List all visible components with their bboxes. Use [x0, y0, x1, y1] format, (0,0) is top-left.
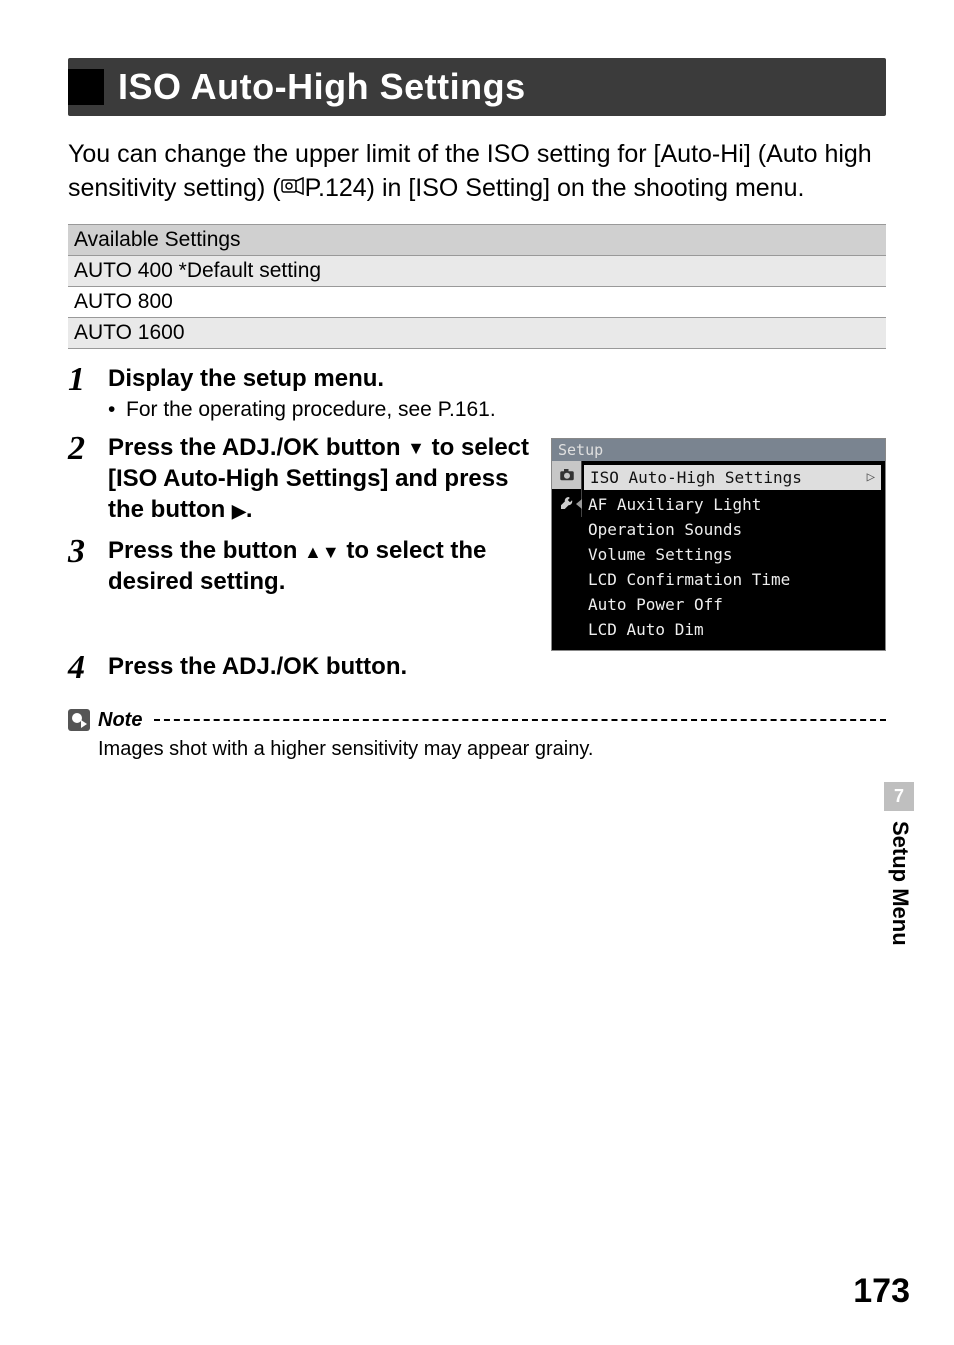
- page-number: 173: [853, 1272, 910, 1311]
- step-text: .: [246, 496, 253, 523]
- lcd-menu-item: LCD Auto Dim: [582, 617, 885, 642]
- step-number: 3: [68, 535, 108, 597]
- camera-tab-icon: [552, 461, 582, 489]
- table-row: AUTO 1600: [68, 317, 886, 348]
- lcd-item-label: LCD Auto Dim: [588, 620, 704, 639]
- lcd-item-label: Operation Sounds: [588, 520, 742, 539]
- available-settings-table: Available Settings AUTO 400 *Default set…: [68, 224, 886, 349]
- chapter-label: Setup Menu: [884, 811, 916, 956]
- step-2: 2 Press the ADJ./OK button ▼ to select […: [68, 432, 533, 526]
- note-icon: [68, 709, 90, 731]
- side-tab: 7 Setup Menu: [884, 782, 914, 961]
- up-triangle-icon: ▲: [304, 543, 322, 561]
- step-title: Press the ADJ./OK button ▼ to select [IS…: [108, 432, 533, 526]
- tab-pointer-icon: [576, 499, 582, 509]
- step-4: 4 Press the ADJ./OK button.: [68, 651, 886, 685]
- step-title: Press the button ▲▼ to select the desire…: [108, 535, 533, 597]
- lcd-menu-item: AF Auxiliary Light: [582, 492, 885, 517]
- table-row: AUTO 400 *Default setting: [68, 255, 886, 286]
- right-triangle-icon: ▶: [232, 502, 246, 520]
- note-divider: [154, 719, 886, 721]
- lcd-menu-list: ISO Auto-High Settings ▷ AF Auxiliary Li…: [582, 461, 885, 650]
- step-number: 4: [68, 651, 108, 685]
- lcd-item-label: LCD Confirmation Time: [588, 570, 790, 589]
- step-text: Press the button: [108, 537, 304, 564]
- lcd-item-label: AF Auxiliary Light: [588, 495, 761, 514]
- step-title: Press the ADJ./OK button.: [108, 651, 886, 682]
- lcd-menu-item: LCD Confirmation Time: [582, 567, 885, 592]
- lcd-menu-item: Volume Settings: [582, 542, 885, 567]
- down-triangle-icon: ▼: [407, 439, 425, 457]
- step-3: 3 Press the button ▲▼ to select the desi…: [68, 535, 533, 597]
- step-subtext: For the operating procedure, see P.161.: [108, 398, 886, 422]
- table-cell: AUTO 400 *Default setting: [68, 255, 886, 286]
- step-number: 2: [68, 432, 108, 526]
- lcd-screenshot: Setup ISO Auto-High Setti: [551, 438, 886, 651]
- lcd-item-label: ISO Auto-High Settings: [590, 468, 802, 487]
- lcd-tab-column: [552, 461, 582, 650]
- lcd-title: Setup: [552, 439, 885, 461]
- heading-text: ISO Auto-High Settings: [118, 66, 526, 108]
- table-row: AUTO 800: [68, 286, 886, 317]
- table-cell: AUTO 800: [68, 286, 886, 317]
- lcd-menu-item-selected: ISO Auto-High Settings ▷: [584, 465, 881, 490]
- note-block: Note Images shot with a higher sensitivi…: [68, 709, 886, 761]
- lcd-item-label: Auto Power Off: [588, 595, 723, 614]
- step-number: 1: [68, 363, 108, 422]
- reference-icon: [281, 176, 305, 203]
- intro-text-2: ) in [ISO Setting] on the shooting menu.: [367, 174, 805, 202]
- intro-paragraph: You can change the upper limit of the IS…: [68, 138, 886, 206]
- section-heading: ISO Auto-High Settings: [68, 58, 886, 116]
- step-title: Display the setup menu.: [108, 363, 886, 394]
- step-1: 1 Display the setup menu. For the operat…: [68, 363, 886, 422]
- chapter-number: 7: [884, 782, 914, 811]
- lcd-item-label: Volume Settings: [588, 545, 733, 564]
- table-header: Available Settings: [68, 224, 886, 255]
- note-label: Note: [98, 709, 142, 732]
- lcd-menu-item: Operation Sounds: [582, 517, 885, 542]
- note-text: Images shot with a higher sensitivity ma…: [98, 738, 886, 761]
- step-text: Press the ADJ./OK button: [108, 434, 407, 461]
- intro-ref: P.124: [305, 174, 367, 202]
- down-triangle-icon: ▼: [322, 543, 340, 561]
- heading-marker: [68, 69, 104, 105]
- table-cell: AUTO 1600: [68, 317, 886, 348]
- chevron-right-icon: ▷: [867, 469, 875, 485]
- lcd-menu-item: Auto Power Off: [582, 592, 885, 617]
